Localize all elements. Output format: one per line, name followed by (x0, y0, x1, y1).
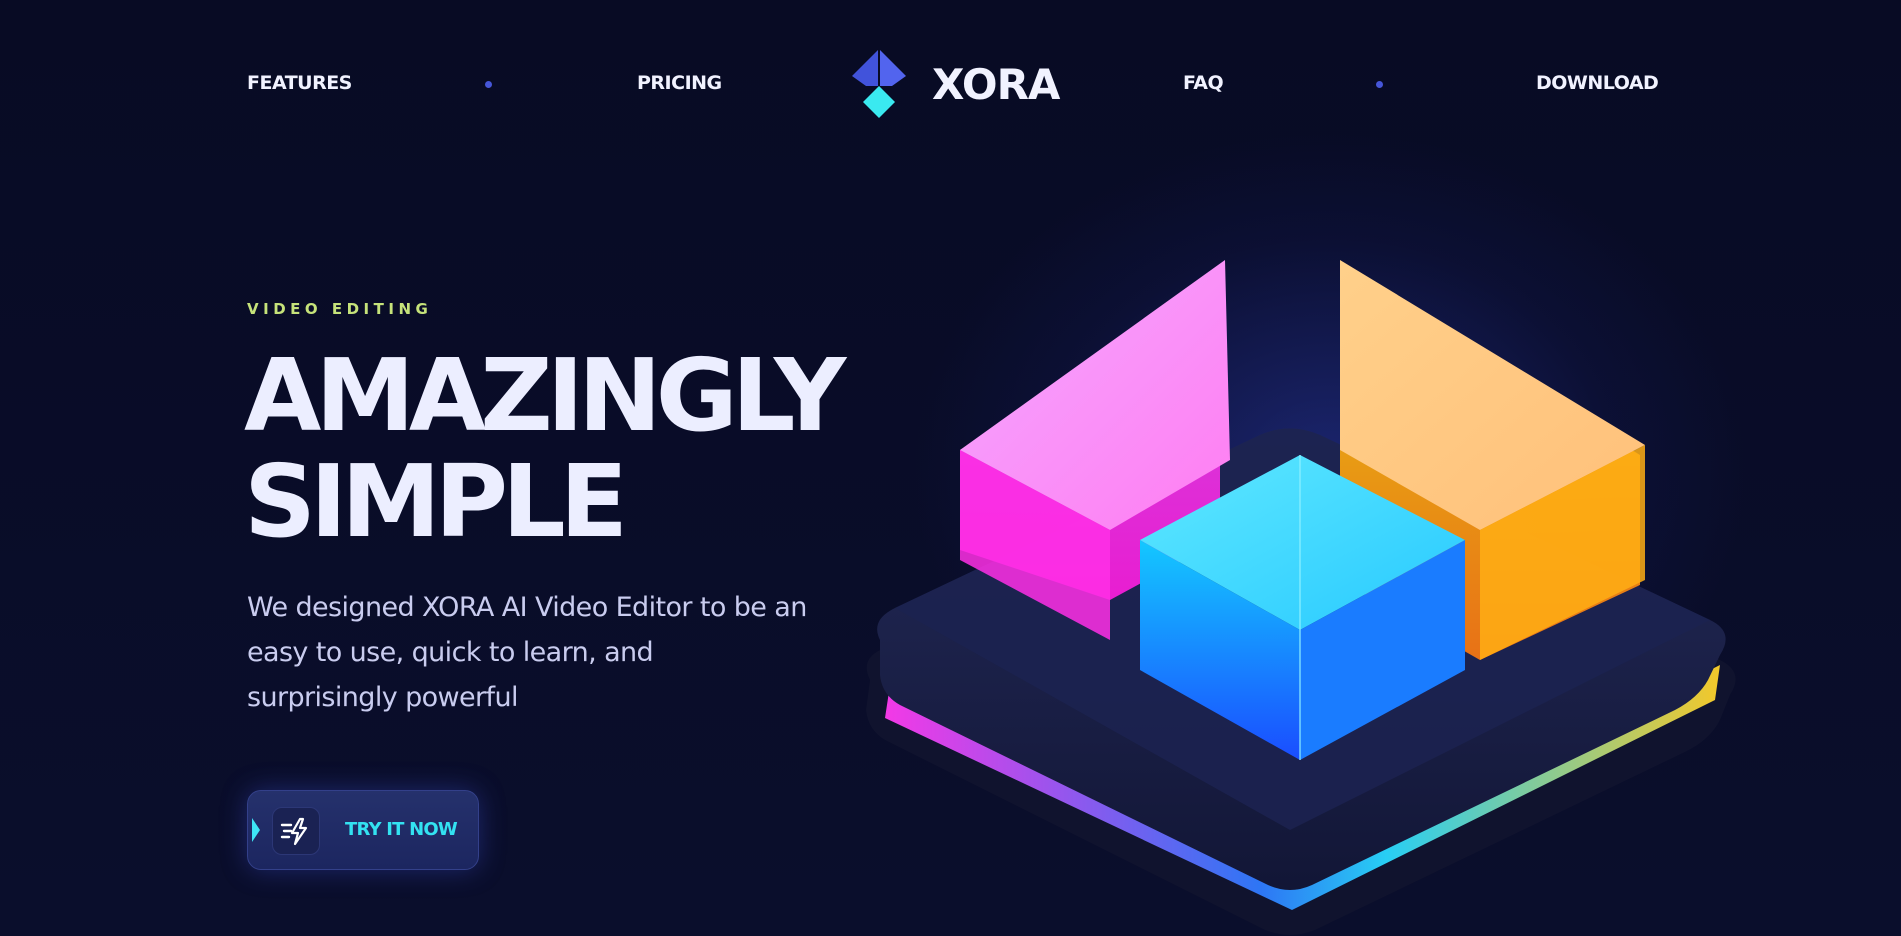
hero-eyebrow: VIDEO EDITING (247, 300, 433, 318)
hero-headline-line-2: SIMPLE (244, 443, 628, 560)
3d-glass-blocks-illustration (840, 240, 1780, 936)
landing-page: FEATURES PRICING XORA FAQ DOWNLOAD VIDEO… (0, 0, 1901, 936)
hero-headline: AMAZINGLY SIMPLE (244, 337, 846, 560)
nav-link-faq[interactable]: FAQ (1183, 72, 1224, 94)
hero-headline-line-1: AMAZINGLY (244, 337, 846, 454)
logo-wordmark: XORA (932, 60, 1060, 109)
nav-link-pricing[interactable]: PRICING (637, 72, 722, 94)
xora-diamond-logo-icon (852, 50, 906, 118)
nav-link-download[interactable]: DOWNLOAD (1536, 72, 1659, 94)
cta-accent-marker (252, 818, 260, 842)
logo-link[interactable]: XORA (848, 48, 1060, 120)
lightning-speed-icon (272, 807, 320, 855)
top-navigation: FEATURES PRICING XORA FAQ DOWNLOAD (0, 0, 1901, 170)
hero-subtitle: We designed XORA AI Video Editor to be a… (247, 592, 807, 713)
try-it-now-button[interactable]: TRY IT NOW (247, 790, 479, 870)
nav-link-features[interactable]: FEATURES (247, 72, 352, 94)
nav-separator-dot (1376, 81, 1383, 88)
nav-separator-dot (485, 81, 492, 88)
try-it-now-label: TRY IT NOW (345, 819, 458, 840)
